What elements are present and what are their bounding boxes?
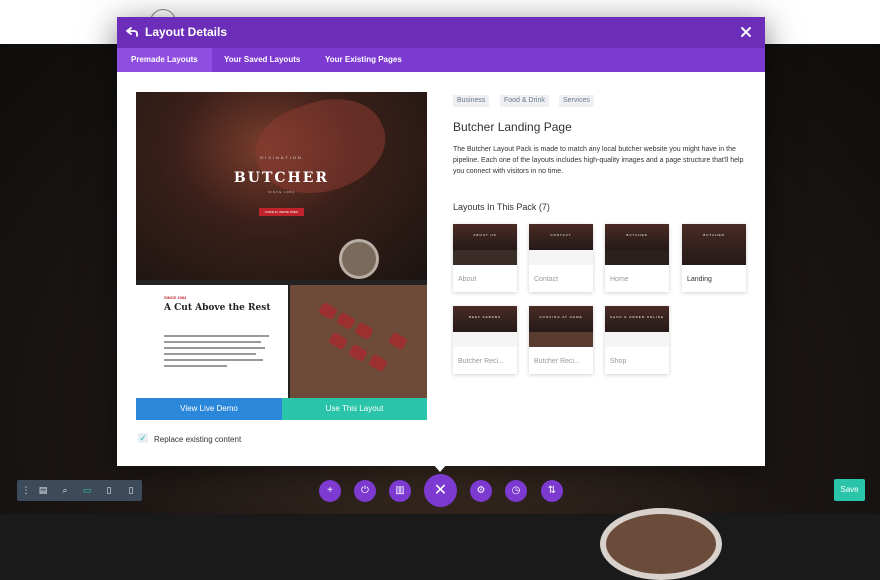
background-bowl-image [600,508,722,580]
thumb-image: BEEF KEBOBS [453,306,517,347]
meat-chunk [318,301,338,321]
layout-thumb-contact[interactable]: CONTACT Contact [529,224,593,292]
settings-icon[interactable]: ⚙ [470,480,492,502]
thumb-image: SHOP & ORDER ONLINE [605,306,669,347]
preview-hero: DIVINATION BUTCHER SINCE 1984 COME IN, W… [136,92,427,280]
layout-description: The Butcher Layout Pack is made to match… [453,146,744,175]
sort-icon[interactable]: ⇅ [541,480,563,502]
thumb-label: Home [610,276,629,283]
thumb-image: CONTACT [529,224,593,265]
layers-icon[interactable]: ▤ [37,484,49,496]
modal-pointer [433,464,447,472]
preview-hero-kicker: DIVINATION [260,155,303,160]
preview-hero-subtitle: SINCE 1984 [268,190,295,194]
preview-section-title: A Cut Above the Rest [164,303,271,313]
thumb-label: Butcher Reci... [534,358,580,365]
menu-dots-icon[interactable]: ⋮ [20,484,32,496]
layout-thumb-recipe-1[interactable]: BEEF KEBOBS Butcher Reci... [453,306,517,374]
view-live-demo-button[interactable]: View Live Demo [136,398,282,420]
preview-hero-title: BUTCHER [233,170,330,186]
add-icon[interactable]: + [319,480,341,502]
tab-premade-layouts[interactable]: Premade Layouts [117,48,212,72]
thumb-caption: CONTACT [550,233,572,237]
thumb-caption: SHOP & ORDER ONLINE [610,315,664,319]
salt-bowl-image [339,239,379,279]
thumb-caption: ABOUT US [473,233,497,237]
tab-existing-pages[interactable]: Your Existing Pages [311,48,416,72]
thumb-caption: BUTCHER [703,233,725,237]
thumb-label: Shop [610,358,627,365]
back-arrow-icon[interactable] [125,25,139,39]
history-icon[interactable]: ◷ [505,480,527,502]
layout-thumb-recipe-2[interactable]: COOKING AT HOME Butcher Reci... [529,306,593,374]
layout-title: Butcher Landing Page [453,120,572,134]
phone-icon[interactable]: ▯ [125,484,137,496]
replace-content-checkbox[interactable]: ✓ [138,433,148,443]
modal-title: Layout Details [145,25,228,39]
thumb-label: Butcher Reci... [458,358,504,365]
meat-chunk [328,331,348,351]
pack-title: Layouts In This Pack (7) [453,202,550,212]
thumb-image: BUTCHER [605,224,669,265]
preview-body-text [164,335,269,371]
preview-section-kicker: SINCE 1984 [164,295,187,300]
thumb-caption: COOKING AT HOME [539,315,583,319]
layout-thumb-about[interactable]: ABOUT US About [453,224,517,292]
desktop-icon[interactable]: ▭ [81,484,93,496]
trash-icon[interactable]: ▥ [389,480,411,502]
tag-business[interactable]: Business [453,95,490,107]
layout-details-modal: Layout Details Premade Layouts Your Save… [117,17,765,466]
close-builder-icon[interactable]: ✕ [424,474,457,507]
view-mode-toolbar: ⋮ ▤ ⌕ ▭ ▯ ▯ [17,480,142,501]
use-this-layout-button[interactable]: Use This Layout [282,398,427,420]
power-icon[interactable]: ⏻ [354,480,376,502]
layout-thumb-home[interactable]: BUTCHER Home [605,224,669,292]
tab-saved-layouts[interactable]: Your Saved Layouts [210,48,314,72]
preview-hero-button: COME IN, WE'RE OPEN [259,208,304,216]
thumb-caption: BUTCHER [626,233,648,237]
zoom-icon[interactable]: ⌕ [59,484,71,496]
replace-content-label: Replace existing content [154,435,242,444]
tablet-icon[interactable]: ▯ [103,484,115,496]
layout-thumb-landing[interactable]: BUTCHER Landing [682,224,746,292]
thumb-label: Contact [534,276,559,283]
close-icon[interactable] [739,25,753,39]
thumb-image: ABOUT US [453,224,517,265]
preview-about-section: SINCE 1984 A Cut Above the Rest [136,285,288,398]
meat-chunk [354,321,374,341]
save-button[interactable]: Save [834,479,865,501]
layout-thumb-shop[interactable]: SHOP & ORDER ONLINE Shop [605,306,669,374]
meat-chunk [368,353,388,373]
thumb-label: About [458,276,477,283]
thumb-image: COOKING AT HOME [529,306,593,347]
meat-chunk [348,343,368,363]
layout-tabs: Premade Layouts Your Saved Layouts Your … [117,48,765,72]
thumb-image: BUTCHER [682,224,746,265]
thumb-caption: BEEF KEBOBS [468,315,501,319]
meat-chunk [388,331,408,351]
thumb-label: Landing [687,276,712,283]
meat-chunk [336,311,356,331]
modal-header: Layout Details [117,17,765,48]
tag-food-drink[interactable]: Food & Drink [500,95,549,107]
preview-skewer-image [290,285,427,398]
tag-services[interactable]: Services [559,95,594,107]
layout-preview-image: DIVINATION BUTCHER SINCE 1984 COME IN, W… [136,92,427,398]
